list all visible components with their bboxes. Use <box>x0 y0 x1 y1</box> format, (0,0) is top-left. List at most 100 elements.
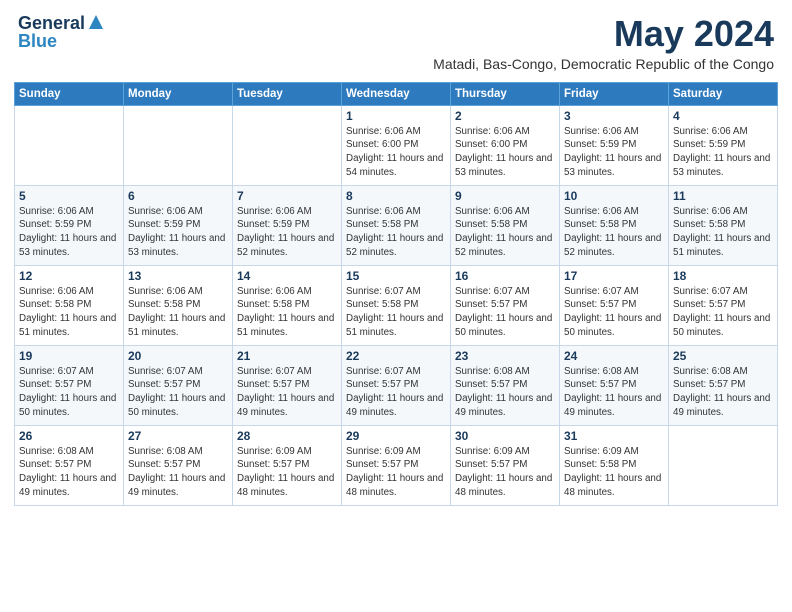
calendar-cell: 28 Sunrise: 6:09 AM Sunset: 5:57 PM Dayli… <box>233 425 342 505</box>
day-info: Sunrise: 6:06 AM Sunset: 5:58 PM Dayligh… <box>128 285 228 340</box>
day-info: Sunrise: 6:07 AM Sunset: 5:58 PM Dayligh… <box>346 285 446 340</box>
day-info: Sunrise: 6:08 AM Sunset: 5:57 PM Dayligh… <box>455 365 555 420</box>
calendar-cell: 20 Sunrise: 6:07 AM Sunset: 5:57 PM Dayli… <box>124 345 233 425</box>
day-info: Sunrise: 6:06 AM Sunset: 5:59 PM Dayligh… <box>673 125 773 180</box>
day-number: 9 <box>455 189 555 203</box>
title-block: May 2024 Matadi, Bas-Congo, Democratic R… <box>433 14 774 72</box>
day-info: Sunrise: 6:06 AM Sunset: 5:58 PM Dayligh… <box>237 285 337 340</box>
day-number: 19 <box>19 349 119 363</box>
day-number: 12 <box>19 269 119 283</box>
day-number: 10 <box>564 189 664 203</box>
month-title: May 2024 <box>433 14 774 54</box>
weekday-header: Saturday <box>669 82 778 105</box>
day-number: 1 <box>346 109 446 123</box>
calendar-cell: 16 Sunrise: 6:07 AM Sunset: 5:57 PM Dayli… <box>451 265 560 345</box>
day-number: 13 <box>128 269 228 283</box>
calendar-cell: 17Sunrise: 6:07 AM Sunset: 5:57 PM Dayli… <box>560 265 669 345</box>
day-number: 21 <box>237 349 337 363</box>
calendar-cell: 4 Sunrise: 6:06 AM Sunset: 5:59 PM Daylig… <box>669 105 778 185</box>
calendar-table: SundayMondayTuesdayWednesdayThursdayFrid… <box>14 82 778 506</box>
calendar-week-row: 12 Sunrise: 6:06 AM Sunset: 5:58 PM Dayli… <box>15 265 778 345</box>
day-info: Sunrise: 6:06 AM Sunset: 6:00 PM Dayligh… <box>455 125 555 180</box>
day-info: Sunrise: 6:07 AM Sunset: 5:57 PM Dayligh… <box>673 285 773 340</box>
day-number: 17 <box>564 269 664 283</box>
calendar-cell: 19 Sunrise: 6:07 AM Sunset: 5:57 PM Dayli… <box>15 345 124 425</box>
calendar-cell: 14Sunrise: 6:06 AM Sunset: 5:58 PM Dayli… <box>233 265 342 345</box>
day-number: 29 <box>346 429 446 443</box>
calendar-cell: 18 Sunrise: 6:07 AM Sunset: 5:57 PM Dayli… <box>669 265 778 345</box>
calendar-cell: 7 Sunrise: 6:06 AM Sunset: 5:59 PM Daylig… <box>233 185 342 265</box>
day-number: 20 <box>128 349 228 363</box>
day-info: Sunrise: 6:09 AM Sunset: 5:57 PM Dayligh… <box>455 445 555 500</box>
calendar-cell: 24Sunrise: 6:08 AM Sunset: 5:57 PM Dayli… <box>560 345 669 425</box>
day-info: Sunrise: 6:07 AM Sunset: 5:57 PM Dayligh… <box>128 365 228 420</box>
calendar-cell: 5Sunrise: 6:06 AM Sunset: 5:59 PM Daylig… <box>15 185 124 265</box>
day-info: Sunrise: 6:06 AM Sunset: 5:59 PM Dayligh… <box>237 205 337 260</box>
day-number: 15 <box>346 269 446 283</box>
day-number: 28 <box>237 429 337 443</box>
day-number: 8 <box>346 189 446 203</box>
calendar-cell: 3 Sunrise: 6:06 AM Sunset: 5:59 PM Daylig… <box>560 105 669 185</box>
calendar-cell: 23 Sunrise: 6:08 AM Sunset: 5:57 PM Dayli… <box>451 345 560 425</box>
day-number: 22 <box>346 349 446 363</box>
day-info: Sunrise: 6:06 AM Sunset: 5:59 PM Dayligh… <box>128 205 228 260</box>
day-number: 3 <box>564 109 664 123</box>
calendar-week-row: 26 Sunrise: 6:08 AM Sunset: 5:57 PM Dayli… <box>15 425 778 505</box>
calendar-cell: 11 Sunrise: 6:06 AM Sunset: 5:58 PM Dayli… <box>669 185 778 265</box>
calendar-cell: 15 Sunrise: 6:07 AM Sunset: 5:58 PM Dayli… <box>342 265 451 345</box>
day-info: Sunrise: 6:06 AM Sunset: 5:58 PM Dayligh… <box>346 205 446 260</box>
calendar-cell <box>124 105 233 185</box>
day-info: Sunrise: 6:06 AM Sunset: 5:58 PM Dayligh… <box>564 205 664 260</box>
day-info: Sunrise: 6:09 AM Sunset: 5:57 PM Dayligh… <box>346 445 446 500</box>
calendar-cell: 29 Sunrise: 6:09 AM Sunset: 5:57 PM Dayli… <box>342 425 451 505</box>
calendar-cell <box>15 105 124 185</box>
day-info: Sunrise: 6:07 AM Sunset: 5:57 PM Dayligh… <box>19 365 119 420</box>
day-info: Sunrise: 6:06 AM Sunset: 5:58 PM Dayligh… <box>673 205 773 260</box>
calendar-cell: 10 Sunrise: 6:06 AM Sunset: 5:58 PM Dayli… <box>560 185 669 265</box>
logo-general-text: General <box>18 14 85 32</box>
day-info: Sunrise: 6:08 AM Sunset: 5:57 PM Dayligh… <box>19 445 119 500</box>
day-info: Sunrise: 6:08 AM Sunset: 5:57 PM Dayligh… <box>128 445 228 500</box>
day-info: Sunrise: 6:06 AM Sunset: 5:58 PM Dayligh… <box>19 285 119 340</box>
day-number: 23 <box>455 349 555 363</box>
weekday-header: Sunday <box>15 82 124 105</box>
calendar-cell: 6Sunrise: 6:06 AM Sunset: 5:59 PM Daylig… <box>124 185 233 265</box>
day-info: Sunrise: 6:09 AM Sunset: 5:57 PM Dayligh… <box>237 445 337 500</box>
calendar-cell: 25Sunrise: 6:08 AM Sunset: 5:57 PM Dayli… <box>669 345 778 425</box>
day-info: Sunrise: 6:06 AM Sunset: 6:00 PM Dayligh… <box>346 125 446 180</box>
calendar-week-row: 1 Sunrise: 6:06 AM Sunset: 6:00 PM Daylig… <box>15 105 778 185</box>
day-info: Sunrise: 6:06 AM Sunset: 5:59 PM Dayligh… <box>564 125 664 180</box>
calendar-week-row: 19 Sunrise: 6:07 AM Sunset: 5:57 PM Dayli… <box>15 345 778 425</box>
weekday-header: Thursday <box>451 82 560 105</box>
calendar-cell <box>233 105 342 185</box>
calendar: SundayMondayTuesdayWednesdayThursdayFrid… <box>0 76 792 516</box>
calendar-cell: 30Sunrise: 6:09 AM Sunset: 5:57 PM Dayli… <box>451 425 560 505</box>
calendar-week-row: 5 Sunrise: 6:06 AM Sunset: 5:59 PM Daylig… <box>15 185 778 265</box>
day-number: 16 <box>455 269 555 283</box>
weekday-header: Monday <box>124 82 233 105</box>
page-header: General Blue May 2024 Matadi, Bas-Congo,… <box>0 0 792 76</box>
calendar-cell: 2 Sunrise: 6:06 AM Sunset: 6:00 PM Daylig… <box>451 105 560 185</box>
calendar-cell: 12 Sunrise: 6:06 AM Sunset: 5:58 PM Dayli… <box>15 265 124 345</box>
day-number: 7 <box>237 189 337 203</box>
weekday-header: Friday <box>560 82 669 105</box>
day-info: Sunrise: 6:08 AM Sunset: 5:57 PM Dayligh… <box>564 365 664 420</box>
day-number: 2 <box>455 109 555 123</box>
day-info: Sunrise: 6:07 AM Sunset: 5:57 PM Dayligh… <box>237 365 337 420</box>
day-number: 18 <box>673 269 773 283</box>
calendar-cell: 8 Sunrise: 6:06 AM Sunset: 5:58 PM Daylig… <box>342 185 451 265</box>
location-title: Matadi, Bas-Congo, Democratic Republic o… <box>433 56 774 72</box>
day-number: 25 <box>673 349 773 363</box>
day-number: 27 <box>128 429 228 443</box>
day-info: Sunrise: 6:07 AM Sunset: 5:57 PM Dayligh… <box>455 285 555 340</box>
day-number: 4 <box>673 109 773 123</box>
calendar-cell: 1 Sunrise: 6:06 AM Sunset: 6:00 PM Daylig… <box>342 105 451 185</box>
calendar-cell: 31Sunrise: 6:09 AM Sunset: 5:58 PM Dayli… <box>560 425 669 505</box>
day-number: 26 <box>19 429 119 443</box>
calendar-cell: 26 Sunrise: 6:08 AM Sunset: 5:57 PM Dayli… <box>15 425 124 505</box>
day-info: Sunrise: 6:06 AM Sunset: 5:58 PM Dayligh… <box>455 205 555 260</box>
day-number: 11 <box>673 189 773 203</box>
logo-blue-text: Blue <box>18 32 57 50</box>
day-number: 5 <box>19 189 119 203</box>
weekday-header: Tuesday <box>233 82 342 105</box>
